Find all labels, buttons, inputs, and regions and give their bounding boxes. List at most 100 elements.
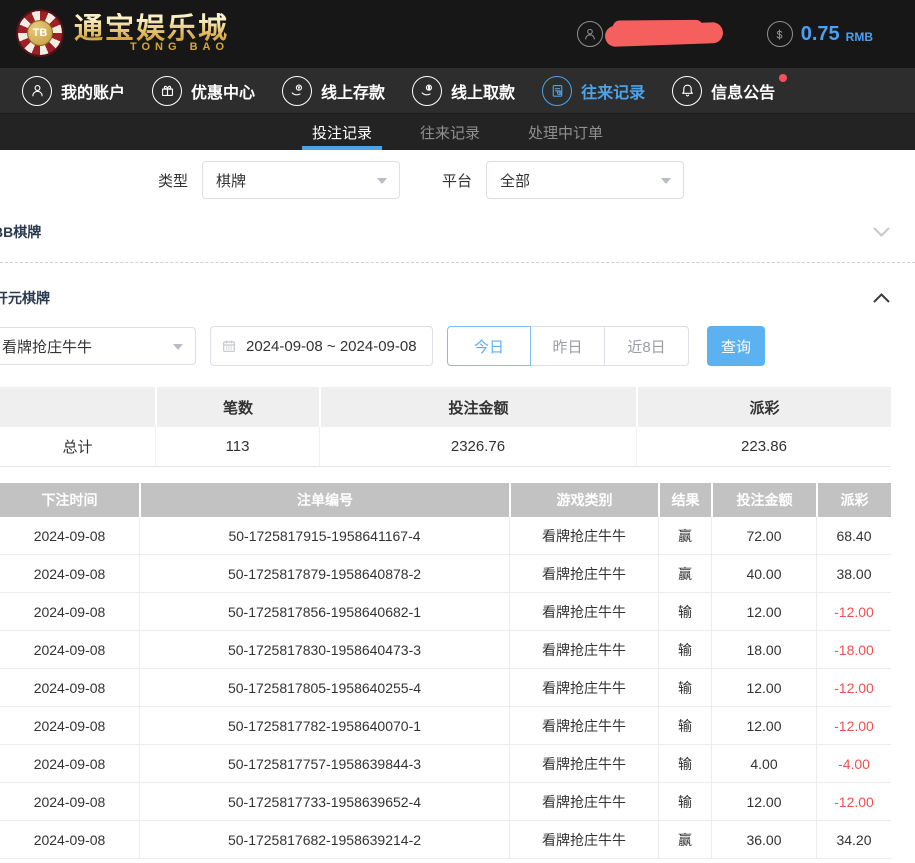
- cell-bet-time: 2024-09-08: [0, 783, 139, 821]
- nav-item-withdraw[interactable]: 线上取款: [412, 76, 515, 106]
- tab-transaction-records[interactable]: 往来记录: [418, 114, 482, 150]
- poker-chip-icon: TB: [16, 9, 64, 57]
- table-row: 2024-09-08 50-1725817856-1958640682-1 看牌…: [0, 593, 890, 631]
- cell-bet-time: 2024-09-08: [0, 707, 139, 745]
- cell-payout: 68.40: [816, 517, 891, 555]
- summary-total-count: 113: [155, 427, 319, 467]
- platform-select[interactable]: 全部: [486, 161, 684, 199]
- cell-bet-amount: 12.00: [711, 783, 816, 821]
- chevron-down-icon: [661, 178, 671, 184]
- cell-result: 赢: [658, 517, 711, 555]
- date-range-picker[interactable]: 2024-09-08 ~ 2024-09-08: [210, 326, 433, 366]
- last-8-days-button[interactable]: 近8日: [605, 326, 689, 366]
- cell-bet-amount: 72.00: [711, 517, 816, 555]
- bet-table-header: 下注时间 注单编号 游戏类别 结果 投注金额 派彩: [0, 483, 890, 517]
- brand-logo: TB 通宝娱乐城 TONG BAO: [16, 9, 229, 57]
- summary-total-row: 总计 113 2326.76 223.86: [0, 427, 891, 467]
- section-bb-qipai[interactable]: BB棋牌: [0, 219, 891, 245]
- chevron-up-icon[interactable]: [872, 292, 891, 304]
- date-range-value: 2024-09-08 ~ 2024-09-08: [246, 338, 417, 355]
- tab-betting-records[interactable]: 投注记录: [310, 114, 374, 150]
- cell-game-type: 看牌抢庄牛牛: [509, 631, 658, 669]
- bell-icon: [672, 76, 702, 106]
- type-select[interactable]: 棋牌: [202, 161, 400, 199]
- section-kaiyuan-qipai[interactable]: 开元棋牌: [0, 285, 891, 311]
- balance-amount: 0.75: [801, 23, 840, 46]
- summary-header-payout: 派彩: [636, 387, 891, 427]
- table-row: 2024-09-08 50-1725817830-1958640473-3 看牌…: [0, 631, 890, 669]
- cell-result: 赢: [658, 821, 711, 859]
- gift-icon: [152, 76, 182, 106]
- nav-item-transaction-records[interactable]: 往来记录: [542, 76, 645, 106]
- tab-pending-orders[interactable]: 处理中订单: [526, 114, 605, 150]
- cell-payout: 34.20: [816, 821, 891, 859]
- summary-total-bet-amount: 2326.76: [319, 427, 636, 467]
- cell-bet-id: 50-1725817830-1958640473-3: [139, 631, 509, 669]
- calendar-icon: [221, 338, 237, 354]
- yesterday-button[interactable]: 昨日: [531, 326, 605, 366]
- brand-subtitle: TONG BAO: [74, 41, 229, 53]
- cell-game-type: 看牌抢庄牛牛: [509, 593, 658, 631]
- nav-item-promotions[interactable]: 优惠中心: [152, 76, 255, 106]
- cell-bet-id: 50-1725817805-1958640255-4: [139, 669, 509, 707]
- chip-monogram: TB: [27, 20, 53, 46]
- summary-header-empty: [0, 387, 155, 427]
- cell-result: 赢: [658, 555, 711, 593]
- col-bet-time: 下注时间: [0, 483, 139, 517]
- cell-payout: -12.00: [816, 783, 891, 821]
- records-icon: [542, 76, 572, 106]
- cell-result: 输: [658, 745, 711, 783]
- cell-bet-time: 2024-09-08: [0, 593, 139, 631]
- cell-bet-amount: 12.00: [711, 593, 816, 631]
- section-divider: [0, 262, 915, 263]
- cell-bet-time: 2024-09-08: [0, 821, 139, 859]
- cell-bet-id: 50-1725817682-1958639214-2: [139, 821, 509, 859]
- cell-payout: -12.00: [816, 669, 891, 707]
- search-button[interactable]: 查询: [707, 326, 765, 366]
- cell-bet-amount: 36.00: [711, 821, 816, 859]
- chevron-down-icon[interactable]: [872, 226, 891, 238]
- today-button[interactable]: 今日: [447, 326, 531, 366]
- user-account-area[interactable]: [577, 21, 723, 47]
- cell-game-type: 看牌抢庄牛牛: [509, 517, 658, 555]
- cell-game-type: 看牌抢庄牛牛: [509, 783, 658, 821]
- table-row: 2024-09-08 50-1725817915-1958641167-4 看牌…: [0, 517, 890, 555]
- table-row: 2024-09-08 50-1725817682-1958639214-2 看牌…: [0, 821, 890, 859]
- cell-bet-time: 2024-09-08: [0, 669, 139, 707]
- redacted-username: [604, 21, 723, 46]
- user-icon: [577, 21, 603, 47]
- table-row: 2024-09-08 50-1725817782-1958640070-1 看牌…: [0, 707, 890, 745]
- cell-payout: -12.00: [816, 707, 891, 745]
- sub-tab-bar: 投注记录 往来记录 处理中订单: [0, 113, 915, 150]
- cell-result: 输: [658, 707, 711, 745]
- query-controls: 看牌抢庄牛牛 2024-09-08 ~ 2024-09-08 今日 昨日 近8日…: [0, 326, 765, 366]
- cell-result: 输: [658, 631, 711, 669]
- notification-badge-dot: [779, 74, 787, 82]
- col-bet-amount: 投注金额: [711, 483, 816, 517]
- cell-payout: -18.00: [816, 631, 891, 669]
- cell-bet-time: 2024-09-08: [0, 745, 139, 783]
- summary-header-bet-amount: 投注金额: [319, 387, 636, 427]
- deposit-icon: [282, 76, 312, 106]
- table-row: 2024-09-08 50-1725817757-1958639844-3 看牌…: [0, 745, 890, 783]
- nav-item-my-account[interactable]: 我的账户: [22, 76, 125, 106]
- cell-bet-time: 2024-09-08: [0, 555, 139, 593]
- cell-bet-amount: 12.00: [711, 669, 816, 707]
- game-select[interactable]: 看牌抢庄牛牛: [0, 327, 196, 365]
- summary-total-payout: 223.86: [636, 427, 891, 467]
- nav-item-announcements[interactable]: 信息公告: [672, 76, 775, 106]
- cell-result: 输: [658, 783, 711, 821]
- nav-item-deposit[interactable]: 线上存款: [282, 76, 385, 106]
- balance-display: 0.75 RMB: [767, 21, 873, 47]
- user-icon: [22, 76, 52, 106]
- table-row: 2024-09-08 50-1725817805-1958640255-4 看牌…: [0, 669, 890, 707]
- cell-bet-amount: 4.00: [711, 745, 816, 783]
- cell-bet-amount: 40.00: [711, 555, 816, 593]
- type-label: 类型: [158, 170, 188, 191]
- summary-table: 笔数 投注金额 派彩 总计 113 2326.76 223.86: [0, 387, 891, 467]
- summary-header-row: 笔数 投注金额 派彩: [0, 387, 891, 427]
- betting-records-page: TB 通宝娱乐城 TONG BAO 0.75 RMB: [0, 0, 915, 863]
- cell-payout: 38.00: [816, 555, 891, 593]
- cell-bet-id: 50-1725817782-1958640070-1: [139, 707, 509, 745]
- bet-records-table: 下注时间 注单编号 游戏类别 结果 投注金额 派彩 2024-09-08 50-…: [0, 483, 891, 859]
